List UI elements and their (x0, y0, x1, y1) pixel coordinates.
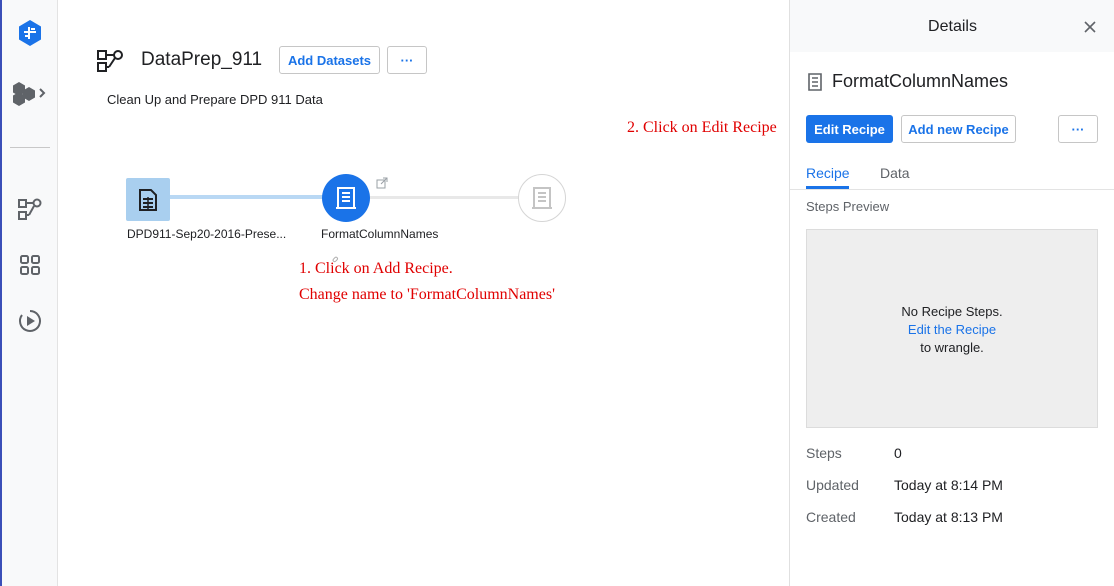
tab-recipe[interactable]: Recipe (806, 165, 850, 181)
recipe-node[interactable] (322, 174, 370, 222)
recipe-node-label: FormatColumnNames (321, 227, 439, 241)
details-recipe-icon (807, 73, 823, 96)
meta-updated-key: Updated (806, 477, 859, 493)
sidebar-divider (10, 147, 50, 148)
add-datasets-button[interactable]: Add Datasets (279, 46, 380, 74)
flow-description: Clean Up and Prepare DPD 911 Data (107, 92, 323, 107)
left-sidebar (2, 0, 58, 586)
add-new-recipe-button[interactable]: Add new Recipe (901, 115, 1016, 143)
open-external-icon[interactable] (376, 176, 388, 194)
tab-data[interactable]: Data (880, 165, 910, 181)
flow-title: DataPrep_911 (141, 49, 263, 70)
output-node[interactable] (518, 174, 566, 222)
dataprep-logo-icon[interactable] (2, 18, 57, 48)
close-icon[interactable] (1079, 16, 1101, 38)
flows-icon[interactable] (2, 196, 57, 222)
meta-steps-key: Steps (806, 445, 842, 461)
no-steps-text: No Recipe Steps. (901, 304, 1003, 319)
flow-more-button[interactable]: ··· (387, 46, 427, 74)
meta-steps-value: 0 (894, 445, 902, 461)
details-header: Details (790, 0, 1114, 52)
dataset-node[interactable] (126, 178, 170, 221)
edit-the-recipe-link[interactable]: Edit the Recipe (807, 322, 1097, 337)
steps-preview-box: No Recipe Steps. Edit the Recipe to wran… (806, 229, 1098, 428)
meta-created-key: Created (806, 509, 856, 525)
annotation-step1-line1: 1. Click on Add Recipe. (299, 260, 453, 277)
annotation-step1-line2: Change name to 'FormatColumnNames' (299, 286, 555, 303)
connector-recipe-output (369, 196, 519, 199)
annotation-step2: 2. Click on Edit Recipe (627, 119, 777, 136)
meta-created-value: Today at 8:13 PM (894, 509, 1003, 525)
datasets-icon[interactable] (2, 252, 57, 278)
flow-icon (96, 48, 124, 79)
jobs-icon[interactable] (2, 308, 57, 334)
recipe-icon (336, 187, 356, 209)
output-recipe-icon (532, 187, 552, 209)
product-switcher-icon[interactable] (2, 78, 57, 108)
details-more-button[interactable]: ··· (1058, 115, 1098, 143)
dataset-file-icon (139, 188, 157, 211)
to-wrangle-text: to wrangle. (920, 340, 984, 355)
flow-canvas: DataPrep_911 Add Datasets ··· Clean Up a… (58, 0, 789, 586)
tab-divider (790, 189, 1114, 190)
details-panel: Details FormatColumnNames Edit Recipe Ad… (789, 0, 1114, 586)
details-title: Details (928, 18, 977, 35)
details-recipe-name: FormatColumnNames (832, 71, 1009, 91)
meta-updated-value: Today at 8:14 PM (894, 477, 1003, 493)
steps-preview-label: Steps Preview (806, 199, 890, 214)
edit-recipe-button[interactable]: Edit Recipe (806, 115, 893, 143)
dataset-node-label: DPD911-Sep20-2016-Prese... (127, 227, 287, 241)
connector-dataset-recipe (170, 195, 325, 199)
